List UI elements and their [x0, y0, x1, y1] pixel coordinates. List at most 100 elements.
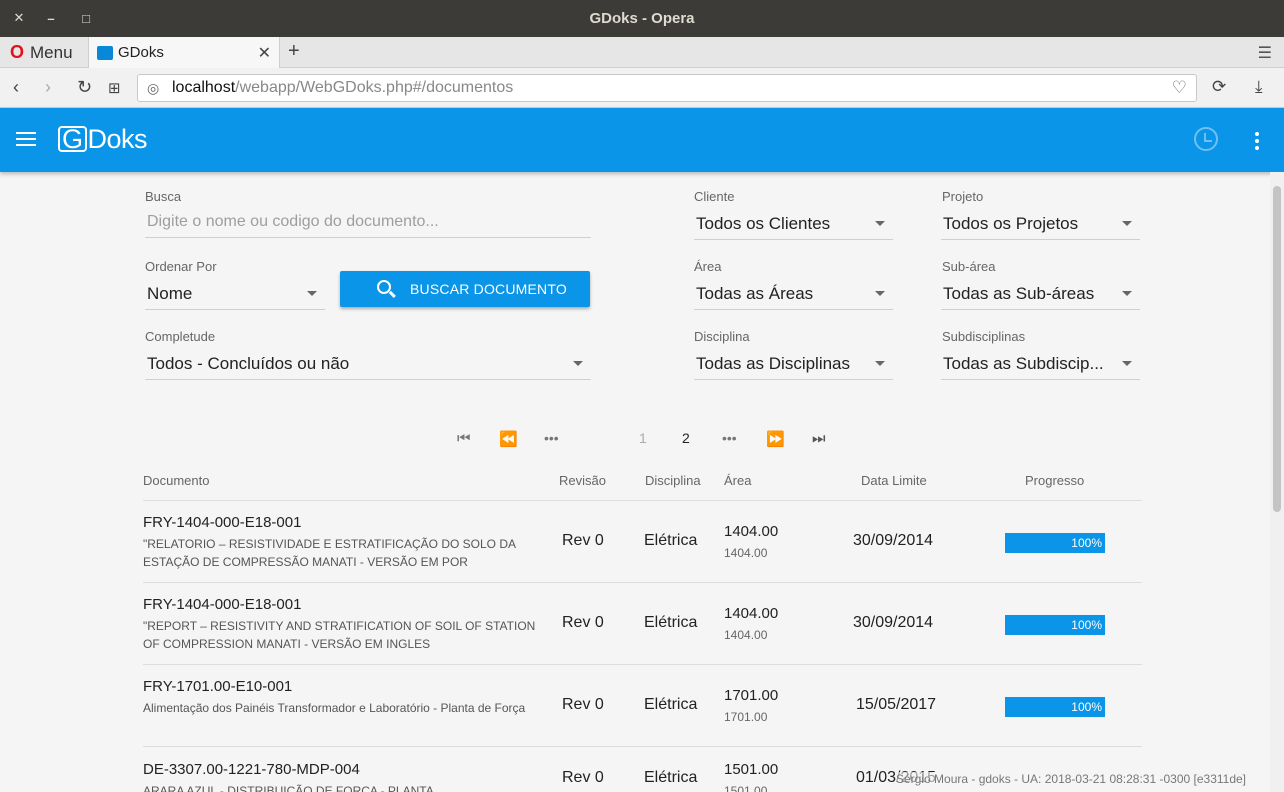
disciplina-label: Disciplina: [694, 329, 750, 344]
discipline: Elétrica: [644, 614, 698, 631]
projeto-select[interactable]: Todos os Projetos: [941, 208, 1140, 240]
opera-logo-icon: O: [10, 42, 25, 62]
progress-bar: 100%: [1005, 533, 1105, 553]
subarea-select[interactable]: Todas as Sub-áreas: [941, 278, 1140, 310]
col-documento[interactable]: Documento: [143, 473, 209, 488]
dropdown-arrow-icon: [573, 361, 583, 366]
tab-menu-icon[interactable]: ☰: [1258, 43, 1272, 63]
opera-menu-button[interactable]: O Menu: [0, 37, 88, 68]
ordenar-label: Ordenar Por: [145, 259, 217, 274]
col-area[interactable]: Área: [724, 473, 751, 488]
page-1-link[interactable]: 1: [639, 430, 647, 446]
completude-select[interactable]: Todos - Concluídos ou não: [145, 348, 591, 380]
dropdown-arrow-icon: [307, 291, 317, 296]
cliente-label: Cliente: [694, 189, 735, 204]
area-value: 1501.00: [724, 761, 779, 778]
bookmark-heart-icon[interactable]: ♡: [1172, 78, 1187, 98]
table-row[interactable]: FRY-1404-000-E18-001 "RELATORIO – RESIST…: [0, 500, 1284, 582]
ordenar-select[interactable]: Nome: [145, 278, 325, 310]
area-value: 1404.00: [724, 523, 779, 540]
next-pages-icon[interactable]: ⏩: [766, 430, 785, 448]
completude-label: Completude: [145, 329, 216, 344]
col-data-limite[interactable]: Data Limite: [861, 473, 927, 488]
downloads-icon[interactable]: ⤓: [1255, 77, 1263, 97]
pagination-ellipsis-right[interactable]: •••: [722, 430, 737, 446]
close-tab-icon[interactable]: ✕: [258, 43, 271, 63]
document-code: FRY-1404-000-E18-001: [143, 596, 302, 613]
area-value: 1404.00: [724, 605, 779, 622]
disciplina-select[interactable]: Todas as Disciplinas: [694, 348, 893, 380]
tab-bar: O Menu GDoks ✕ + ☰: [0, 37, 1284, 68]
gdoks-favicon-icon: [97, 45, 113, 60]
close-window-icon[interactable]: ✕: [10, 9, 28, 27]
vpn-sync-icon[interactable]: ⟳: [1212, 77, 1226, 97]
footer-version-info: Sérgio Moura - gdoks - UA: 2018-03-21 08…: [896, 772, 1247, 786]
discipline: Elétrica: [644, 532, 698, 549]
browser-tab-gdoks[interactable]: GDoks ✕: [88, 37, 280, 68]
buscar-documento-label: BUSCAR DOCUMENTO: [410, 281, 567, 297]
col-revisao[interactable]: Revisão: [559, 473, 606, 488]
revision: Rev 0: [562, 769, 604, 786]
due-date: 15/05/2017: [856, 696, 937, 713]
document-description: Alimentação dos Painéis Transformador e …: [143, 701, 526, 715]
subdisciplinas-select[interactable]: Todas as Subdiscip...: [941, 348, 1140, 380]
window-title: GDoks - Opera: [589, 10, 695, 27]
revision: Rev 0: [562, 532, 604, 549]
page-2-link[interactable]: 2: [682, 430, 690, 446]
address-toolbar: ‹ › ↻ ⊞ ◎ localhost/webapp/WebGDoks.php#…: [0, 68, 1284, 108]
globe-icon: ◎: [147, 80, 160, 96]
opera-menu-label: Menu: [30, 42, 73, 62]
area-subvalue: 1404.00: [724, 628, 768, 642]
menu-hamburger-icon[interactable]: [16, 132, 36, 148]
previous-pages-icon[interactable]: ⏪: [499, 430, 518, 448]
progress-bar: 100%: [1005, 615, 1105, 635]
document-code: FRY-1701.00-E10-001: [143, 678, 293, 695]
maximize-window-icon[interactable]: □: [77, 9, 95, 27]
search-input[interactable]: Digite o nome ou codigo do documento...: [145, 206, 591, 238]
minimize-window-icon[interactable]: –: [42, 9, 60, 27]
col-disciplina[interactable]: Disciplina: [645, 473, 701, 488]
subarea-label: Sub-área: [942, 259, 996, 274]
area-label: Área: [694, 259, 722, 274]
gdoks-logo: G Doks: [58, 124, 148, 155]
discipline: Elétrica: [644, 696, 698, 713]
table-row[interactable]: FRY-1404-000-E18-001 "REPORT – RESISTIVI…: [0, 582, 1284, 664]
dropdown-arrow-icon: [875, 221, 885, 226]
area-subvalue: 1701.00: [724, 710, 768, 724]
address-field[interactable]: ◎ localhost/webapp/WebGDoks.php#/documen…: [137, 74, 1197, 102]
last-page-icon[interactable]: ⏭: [812, 430, 826, 447]
page-scrollbar[interactable]: [1270, 172, 1284, 792]
document-code: DE-3307.00-1221-780-MDP-004: [143, 761, 360, 778]
discipline: Elétrica: [644, 769, 698, 786]
url-host: localhost: [172, 79, 236, 96]
dropdown-arrow-icon: [1122, 221, 1132, 226]
document-description: "REPORT – RESISTIVITY AND STRATIFICATION…: [143, 619, 536, 651]
forward-icon[interactable]: ›: [45, 77, 51, 98]
dropdown-arrow-icon: [875, 361, 885, 366]
reload-icon[interactable]: ↻: [77, 77, 92, 98]
history-icon[interactable]: [1194, 127, 1218, 151]
busca-label: Busca: [145, 189, 182, 204]
url-path: /webapp/WebGDoks.php#/documentos: [235, 79, 514, 96]
first-page-icon[interactable]: ⏮: [457, 430, 471, 447]
document-description: ARARA AZUL - DISTRIBUIÇÃO DE FORÇA - PLA…: [143, 784, 434, 792]
scrollbar-thumb[interactable]: [1273, 186, 1281, 512]
col-progresso[interactable]: Progresso: [1025, 473, 1084, 488]
app-header: G Doks: [0, 108, 1284, 172]
area-subvalue: 1501.00: [724, 784, 768, 792]
back-icon[interactable]: ‹: [13, 77, 19, 98]
due-date: 30/09/2014: [853, 614, 934, 631]
document-code: FRY-1404-000-E18-001: [143, 514, 302, 531]
subdisciplinas-label: Subdisciplinas: [942, 329, 1026, 344]
cliente-select[interactable]: Todos os Clientes: [694, 208, 893, 240]
area-select[interactable]: Todas as Áreas: [694, 278, 893, 310]
buscar-documento-button[interactable]: BUSCAR DOCUMENTO: [340, 271, 590, 307]
new-tab-icon[interactable]: +: [288, 40, 300, 63]
pagination-ellipsis-left[interactable]: •••: [544, 430, 559, 446]
speed-dial-icon[interactable]: ⊞: [108, 79, 121, 97]
more-options-icon[interactable]: [1255, 132, 1261, 153]
projeto-label: Projeto: [942, 189, 984, 204]
due-date: 30/09/2014: [853, 532, 934, 549]
revision: Rev 0: [562, 696, 604, 713]
table-row[interactable]: FRY-1701.00-E10-001 Alimentação dos Pain…: [0, 664, 1284, 746]
